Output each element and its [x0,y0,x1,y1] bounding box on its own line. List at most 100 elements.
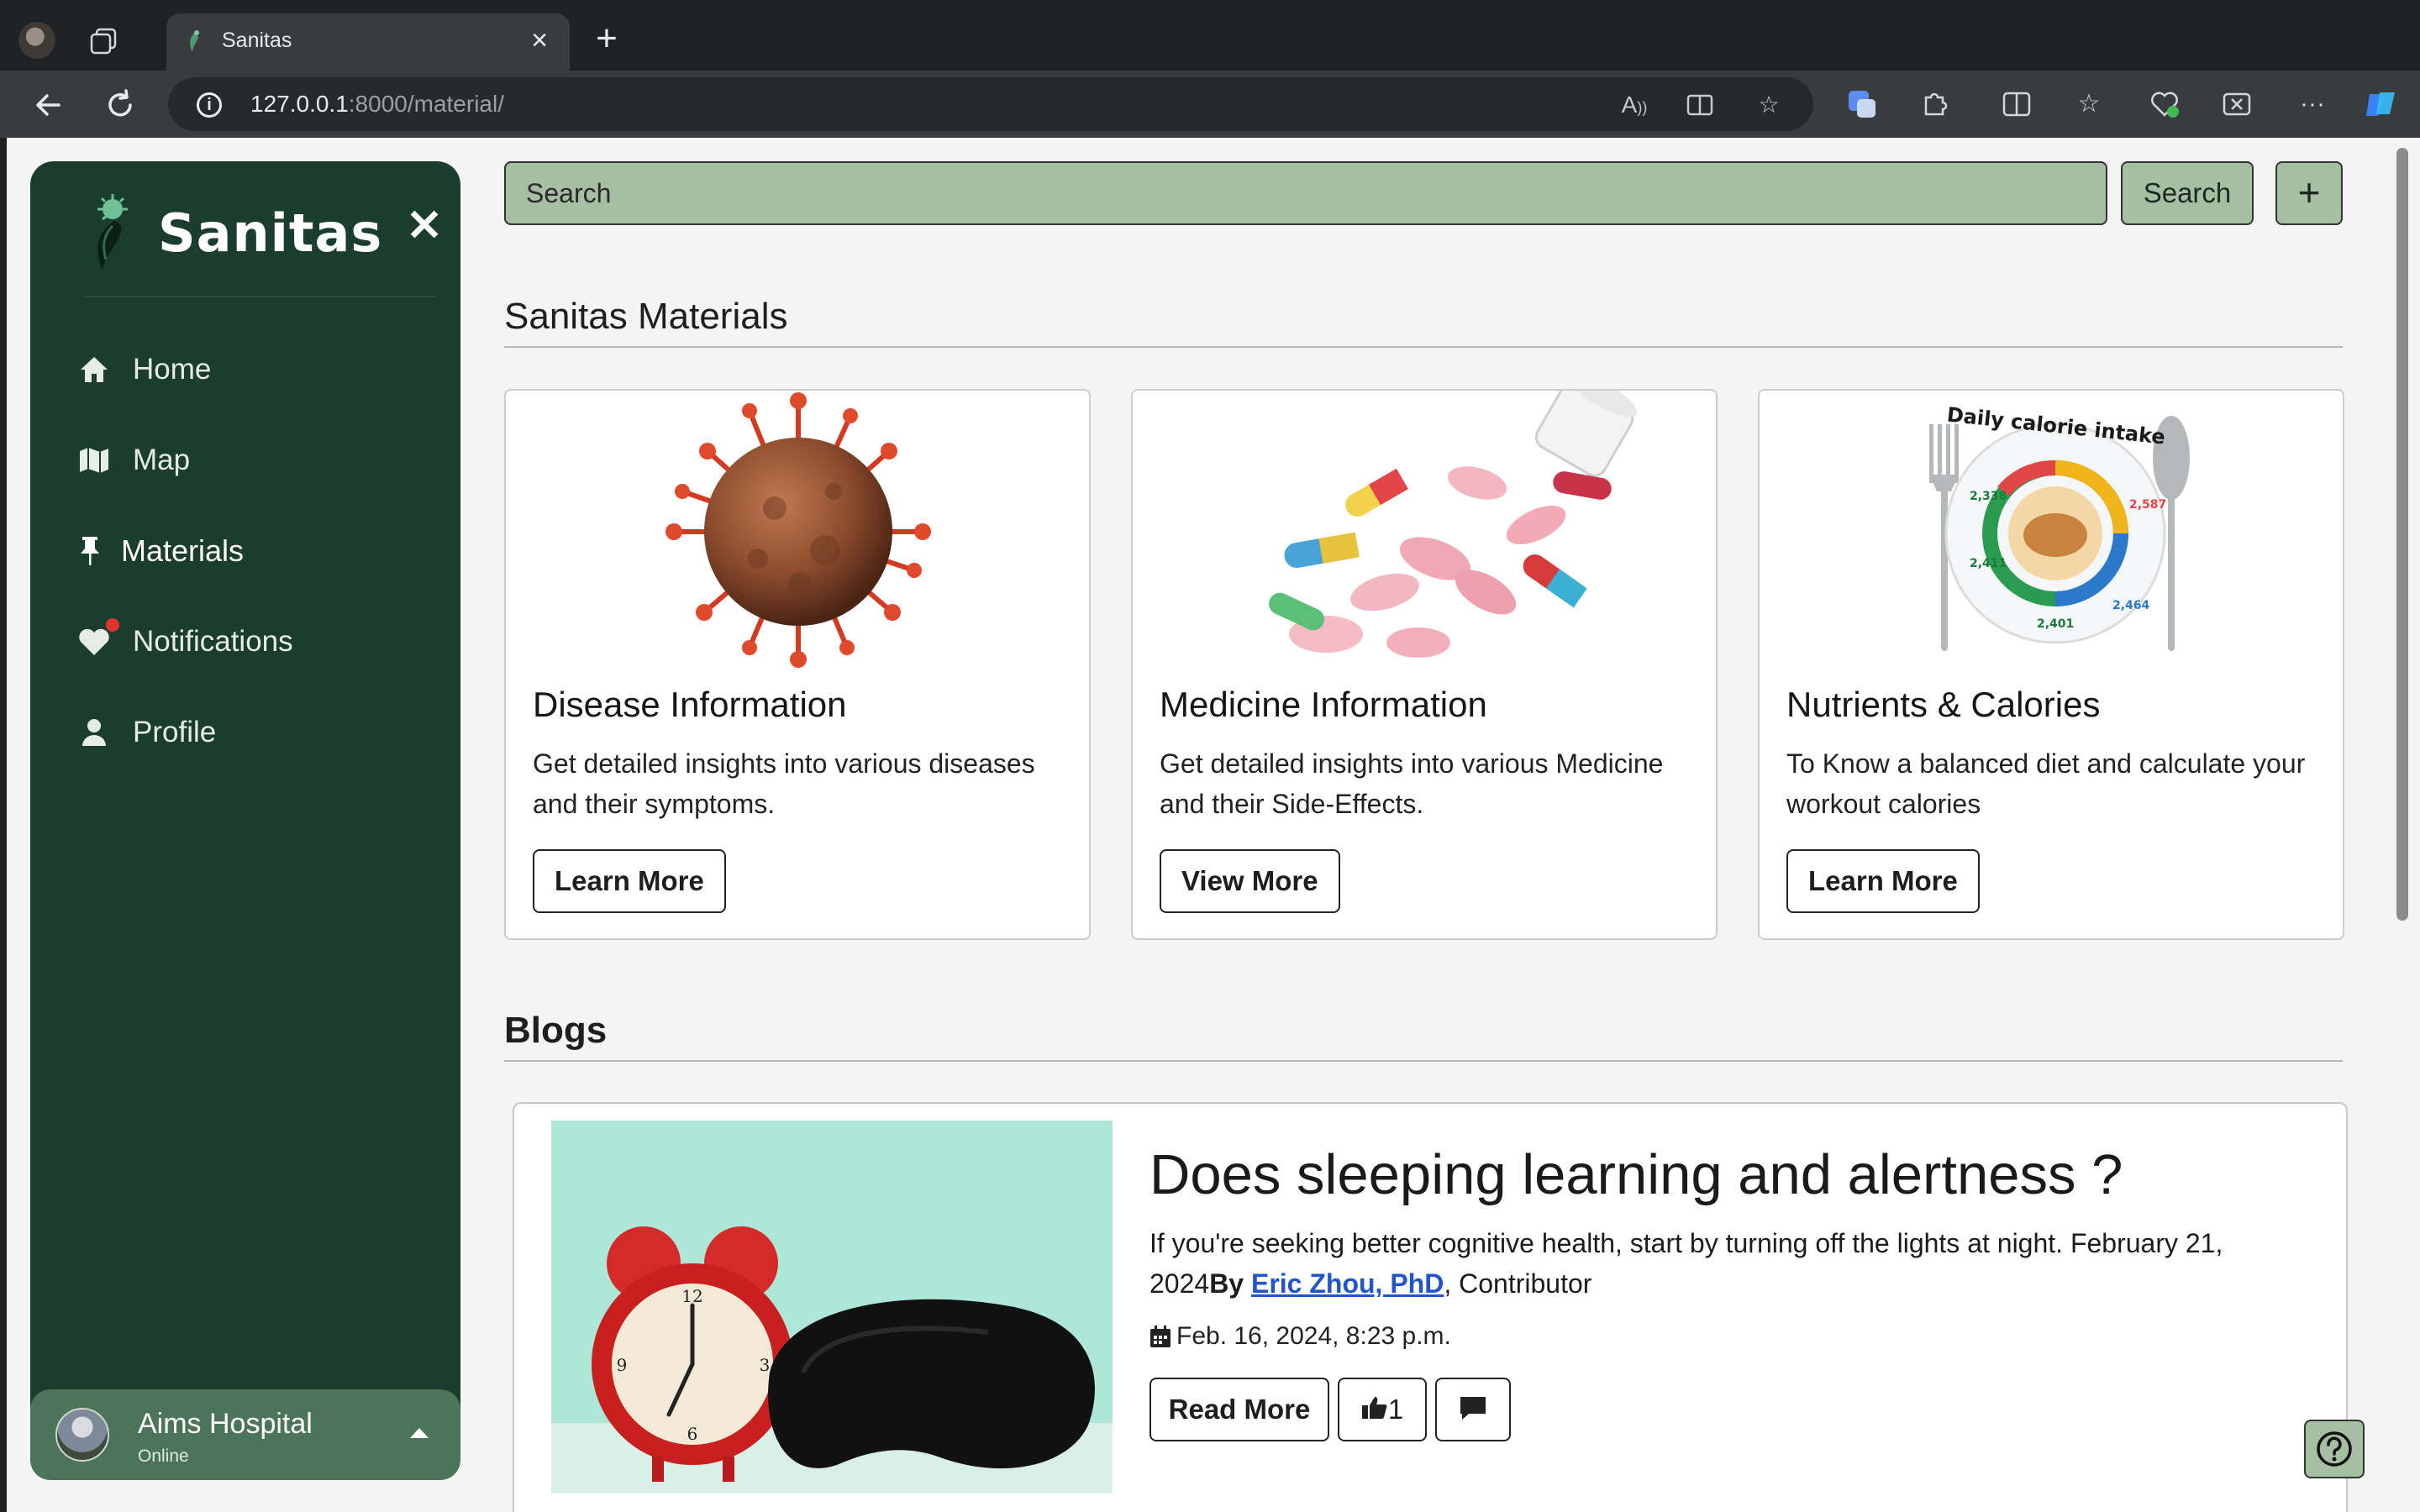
blog-date: Feb. 16, 2024, 8:23 p.m. [1150,1322,1451,1351]
notification-dot [104,617,121,633]
sidebar: Sanitas ✕ Home Map Materials Notificatio… [30,161,460,1480]
site-info-icon[interactable]: i [197,92,222,118]
sidebar-item-profile[interactable]: Profile [77,687,430,778]
extensions-icon[interactable] [1918,87,1951,121]
sidebar-item-label: Home [133,353,212,386]
question-circle-icon [2317,1431,2352,1467]
sidebar-item-label: Notifications [133,625,293,658]
comment-button[interactable] [1435,1378,1511,1441]
learn-more-button[interactable]: Learn More [533,849,726,913]
help-button[interactable] [2304,1420,2365,1478]
material-card-disease: Disease Information Get detailed insight… [504,389,1091,940]
thumbs-up-icon [1361,1397,1387,1420]
sidebar-item-materials[interactable]: Materials [77,506,430,596]
card-text: Get detailed insights into various Medic… [1160,748,1664,819]
blogs-section-title: Blogs [504,1010,608,1051]
reload-icon[interactable] [103,87,138,123]
calendar-icon [1150,1326,1171,1347]
svg-text:2,464: 2,464 [2112,599,2150,612]
copilot-icon[interactable] [2363,87,2396,121]
view-more-button[interactable]: View More [1160,849,1340,913]
like-button[interactable]: 1 [1338,1378,1427,1441]
favorites-icon[interactable]: ☆ [2072,87,2106,121]
svg-text:2,338: 2,338 [1970,490,2007,503]
sidebar-item-map[interactable]: Map [77,415,430,506]
page-viewport: Sanitas ✕ Home Map Materials Notificatio… [7,138,2390,1512]
url-text[interactable]: 127.0.0.1:8000/material/ [250,91,504,118]
user-card[interactable]: Aims Hospital Online [30,1389,460,1480]
person-icon [77,716,111,749]
scroll-thumb[interactable] [2396,148,2408,921]
materials-section-title: Sanitas Materials [504,296,788,337]
sidebar-item-home[interactable]: Home [77,324,430,415]
virus-image [657,391,934,668]
close-tab-icon[interactable]: × [524,25,555,55]
like-count: 1 [1387,1394,1404,1425]
tab-title: Sanitas [222,29,292,52]
pills-image [1208,391,1645,668]
alarm-clock-sleep-mask-image: 12 3 6 9 [551,1121,1113,1494]
card-title: Disease Information [533,685,847,724]
search-input[interactable]: Search [504,161,2107,225]
card-text: To Know a balanced diet and calculate yo… [1786,748,2306,819]
svg-text:2,587: 2,587 [2129,498,2166,512]
sidebar-item-label: Map [133,444,191,476]
pin-icon [77,534,103,568]
read-more-button[interactable]: Read More [1150,1378,1329,1441]
divider [504,346,2343,348]
svg-text:6: 6 [687,1424,698,1444]
browser-toolbar: i 127.0.0.1:8000/material/ A)) ☆ ☆ ··· [0,71,2420,138]
new-tab-icon[interactable]: + [588,20,625,59]
more-menu-icon[interactable]: ··· [2296,87,2329,121]
add-button[interactable]: + [2275,161,2343,225]
svg-text:3: 3 [760,1355,771,1375]
search-button[interactable]: Search [2121,161,2254,225]
material-card-medicine: Medicine Information Get detailed insigh… [1131,389,1718,940]
divider [84,296,437,297]
read-aloud-icon[interactable]: A)) [1620,91,1649,119]
immersive-reader-icon[interactable] [1686,91,1714,119]
comment-icon [1460,1397,1486,1420]
card-text: Get detailed insights into various disea… [533,748,1035,819]
address-bar[interactable]: i 127.0.0.1:8000/material/ A)) ☆ [168,77,1813,131]
split-screen-icon[interactable] [2000,87,2033,121]
close-sidebar-icon[interactable]: ✕ [405,204,444,248]
sidebar-item-label: Profile [133,716,217,748]
profile-avatar[interactable] [18,22,55,59]
sidebar-item-notifications[interactable]: Notifications [77,596,430,687]
sanitas-logo-icon [97,194,128,270]
copilot-extension-icon[interactable] [1845,87,1879,121]
sidebar-nav: Home Map Materials Notifications Profile [77,324,430,778]
card-title: Nutrients & Calories [1786,685,2101,724]
svg-text:12: 12 [681,1286,702,1306]
home-icon [77,353,111,386]
browser-tab[interactable]: Sanitas × [166,13,570,71]
blog-card: 12 3 6 9 Does sleeping learning and alertne… [513,1102,2348,1512]
screenshot-icon[interactable] [2220,87,2254,121]
divider [504,1060,2343,1062]
svg-text:2,411: 2,411 [1970,557,2007,570]
user-status: Online [138,1446,189,1466]
avatar [55,1408,109,1462]
browser-tab-bar: Sanitas × + [0,0,2420,71]
sidebar-item-label: Materials [121,533,245,568]
back-icon[interactable] [30,87,66,123]
browser-essentials-icon[interactable] [2148,87,2181,121]
caret-up-icon[interactable] [410,1428,429,1438]
favorite-star-icon[interactable]: ☆ [1754,91,1783,119]
page-scrollbar[interactable] [2390,138,2420,1512]
tab-actions-icon[interactable] [89,27,118,55]
map-icon [77,444,111,477]
brand-name: Sanitas [158,202,383,264]
material-card-nutrients: Daily calorie intake 2,338 2,411 2,401 2,46… [1758,389,2344,940]
blog-excerpt: If you're seeking better cognitive healt… [1150,1228,2223,1299]
brand[interactable]: Sanitas [84,186,382,279]
card-title: Medicine Information [1160,685,1487,724]
svg-text:2,401: 2,401 [2037,617,2074,631]
calorie-plate-image: Daily calorie intake 2,3382,4112,4012,46… [1929,402,2190,651]
blog-title[interactable]: Does sleeping learning and alertness ? [1150,1142,2123,1207]
sanitas-favicon-icon [190,30,199,52]
learn-more-button[interactable]: Learn More [1786,849,1980,913]
author-link[interactable]: Eric Zhou, PhD [1251,1268,1444,1299]
svg-text:9: 9 [617,1355,628,1375]
